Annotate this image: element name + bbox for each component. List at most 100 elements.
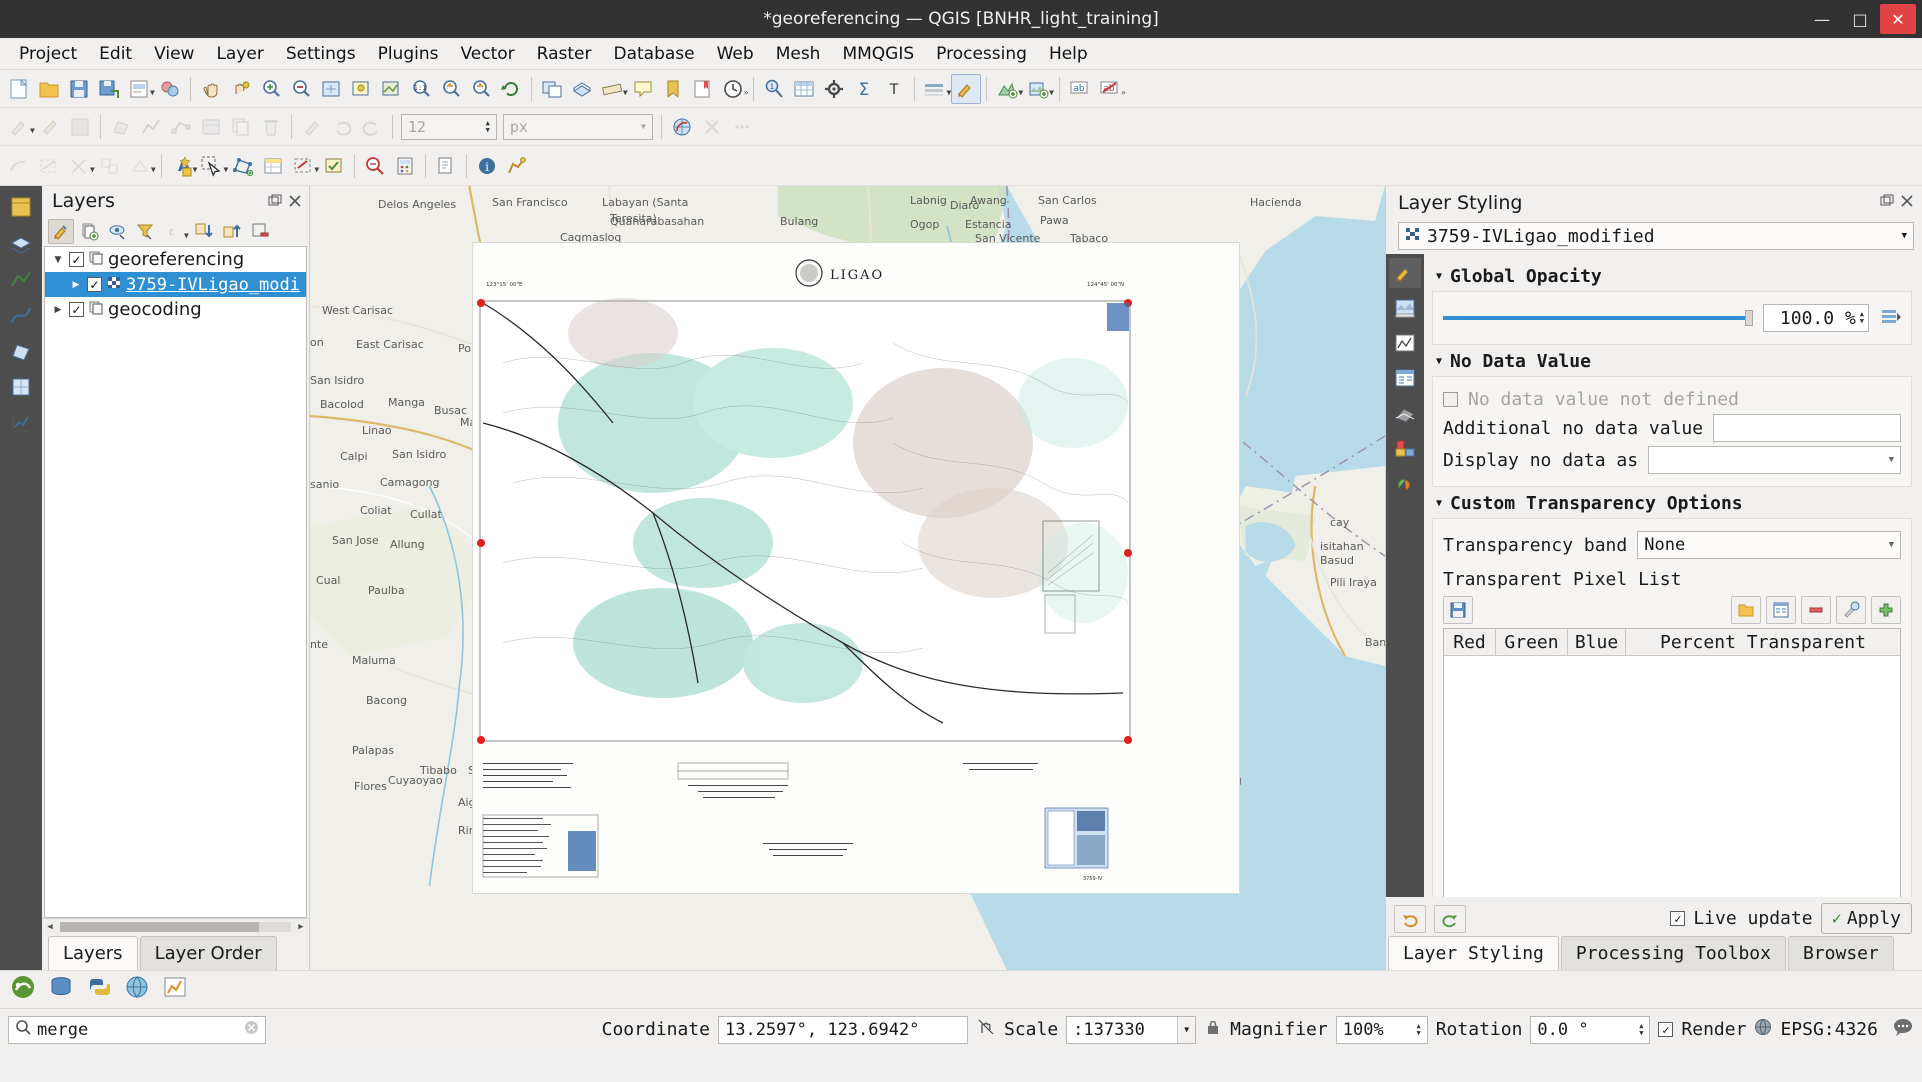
- layer-visibility-checkbox[interactable]: ✓: [87, 277, 102, 292]
- render-checkbox[interactable]: ✓: [1658, 1022, 1673, 1037]
- remove-layer-button[interactable]: [247, 219, 273, 244]
- rail-legend-icon[interactable]: [1389, 468, 1421, 498]
- select-all-icon[interactable]: [319, 151, 349, 181]
- expand-collapse-icon[interactable]: ▶: [69, 280, 83, 290]
- show-bookmarks-icon[interactable]: [688, 74, 718, 104]
- pan-to-selection-icon[interactable]: [226, 74, 256, 104]
- layer-tree-row-3759-ivligao[interactable]: ▶ ✓ 3759-IVLigao_modi: [45, 272, 306, 297]
- layers-panel-float-icon[interactable]: [267, 193, 283, 209]
- tab-layer-order[interactable]: Layer Order: [140, 936, 277, 970]
- opacity-value-field[interactable]: 100.0 % ▲▼: [1763, 304, 1869, 332]
- menu-project[interactable]: Project: [8, 41, 88, 67]
- rail-layers-icon[interactable]: [6, 228, 36, 258]
- scale-chevron-icon[interactable]: ▼: [1177, 1017, 1195, 1043]
- clear-search-icon[interactable]: [244, 1020, 259, 1040]
- column-blue[interactable]: Blue: [1568, 629, 1626, 655]
- select-by-value-icon[interactable]: [258, 151, 288, 181]
- save-layer-edits-icon[interactable]: [65, 112, 95, 142]
- zoom-next-icon[interactable]: [466, 74, 496, 104]
- text-annotation-icon[interactable]: ab: [1065, 74, 1095, 104]
- expand-collapse-icon[interactable]: ▼: [51, 255, 65, 265]
- database-plugin-icon[interactable]: [48, 974, 74, 1005]
- menu-processing[interactable]: Processing: [925, 41, 1038, 67]
- global-opacity-group-title[interactable]: ▼ Global Opacity: [1432, 260, 1912, 291]
- map-canvas[interactable]: Delos AngelesSan FranciscoLabayan (Santa…: [310, 186, 1385, 970]
- layer-tree[interactable]: ▼ ✓ georeferencing ▶ ✓ 3759-IVLigao_modi…: [44, 246, 307, 918]
- rail-browser-icon[interactable]: [6, 192, 36, 222]
- rail-symbology-icon[interactable]: [1389, 258, 1421, 288]
- georeferencer-icon[interactable]: [667, 112, 697, 142]
- add-raster-layer-icon[interactable]: [1023, 74, 1053, 104]
- select-by-polygon-icon[interactable]: [228, 151, 258, 181]
- rail-metadata-icon[interactable]: [1389, 433, 1421, 463]
- select-by-expression-icon[interactable]: [360, 151, 390, 181]
- info-help-icon[interactable]: i: [472, 151, 502, 181]
- chart-plugin-icon[interactable]: [162, 974, 188, 1005]
- tab-processing-toolbox[interactable]: Processing Toolbox: [1561, 936, 1786, 970]
- manage-map-themes-button[interactable]: [104, 219, 130, 244]
- column-red[interactable]: Red: [1444, 629, 1496, 655]
- tab-layer-styling[interactable]: Layer Styling: [1388, 936, 1559, 970]
- redo-style-button[interactable]: [1434, 905, 1466, 933]
- close-button[interactable]: ✕: [1880, 4, 1916, 34]
- rotation-input[interactable]: 0.0 ° ▲▼: [1530, 1016, 1650, 1044]
- new-map-view-icon[interactable]: [537, 74, 567, 104]
- add-line-feature-icon[interactable]: [136, 112, 166, 142]
- display-no-data-select[interactable]: ▼: [1648, 446, 1901, 474]
- locator-search-input[interactable]: merge: [8, 1016, 266, 1044]
- export-pixel-list-button[interactable]: [1766, 596, 1796, 624]
- font-size-field[interactable]: 12 ▲▼: [401, 114, 497, 140]
- open-layer-styling-panel-button[interactable]: [48, 219, 74, 244]
- menu-plugins[interactable]: Plugins: [367, 41, 450, 67]
- rotate-feature-icon[interactable]: [125, 151, 155, 181]
- opacity-data-defined-icon[interactable]: [1879, 305, 1901, 332]
- layer-visibility-checkbox[interactable]: ✓: [69, 252, 84, 267]
- opacity-slider[interactable]: [1443, 308, 1753, 328]
- qgis-logo-icon[interactable]: [10, 974, 36, 1005]
- scale-lock-icon[interactable]: [1204, 1018, 1222, 1041]
- web-globe-icon[interactable]: [124, 974, 150, 1005]
- field-calculator-icon[interactable]: [390, 151, 420, 181]
- scroll-left-icon[interactable]: ◀: [42, 922, 58, 932]
- crs-globe-icon[interactable]: [1754, 1018, 1772, 1041]
- show-labels-icon[interactable]: T: [879, 74, 909, 104]
- collapse-triangle-icon[interactable]: ▼: [1436, 271, 1442, 282]
- edit-pencil-icon[interactable]: [297, 112, 327, 142]
- additional-no-data-input[interactable]: [1713, 414, 1901, 442]
- zoom-out-icon[interactable]: [286, 74, 316, 104]
- minimize-button[interactable]: —: [1804, 4, 1840, 34]
- options-icon[interactable]: [819, 74, 849, 104]
- label-toolbar-icon[interactable]: A: [167, 151, 197, 181]
- vertex-tool-icon[interactable]: [166, 112, 196, 142]
- tab-browser[interactable]: Browser: [1788, 936, 1894, 970]
- column-green[interactable]: Green: [1496, 629, 1568, 655]
- open-attribute-table-icon[interactable]: [789, 74, 819, 104]
- rotation-stepper-icon[interactable]: ▲▼: [1639, 1023, 1643, 1037]
- layer-tree-row-georeferencing[interactable]: ▼ ✓ georeferencing: [45, 247, 306, 272]
- scroll-track[interactable]: [60, 922, 291, 932]
- add-vector-layer-icon[interactable]: [992, 74, 1022, 104]
- pan-map-icon[interactable]: [196, 74, 226, 104]
- rail-rendering-icon[interactable]: [1389, 363, 1421, 393]
- tab-layers[interactable]: Layers: [48, 936, 138, 970]
- undo-edit-icon[interactable]: [327, 112, 357, 142]
- menu-help[interactable]: Help: [1038, 41, 1099, 67]
- font-units-select[interactable]: px ▼: [503, 114, 653, 140]
- rail-polygon-icon[interactable]: [6, 336, 36, 366]
- scroll-right-icon[interactable]: ▶: [293, 922, 309, 932]
- map-theme-icon[interactable]: [920, 74, 950, 104]
- menu-edit[interactable]: Edit: [88, 41, 143, 67]
- font-size-stepper-icon[interactable]: ▲▼: [486, 120, 490, 134]
- opacity-slider-handle[interactable]: [1745, 310, 1753, 326]
- save-pixel-list-button[interactable]: [1443, 596, 1473, 624]
- zoom-to-native-icon[interactable]: 1:1: [406, 74, 436, 104]
- collapse-triangle-icon[interactable]: ▼: [1436, 356, 1442, 367]
- layer-tree-row-geocoding[interactable]: ▶ ✓ geocoding: [45, 297, 306, 322]
- toggle-editing-icon[interactable]: [35, 112, 65, 142]
- zoom-to-layer-icon[interactable]: [376, 74, 406, 104]
- collapse-all-button[interactable]: [219, 219, 245, 244]
- new-3d-map-view-icon[interactable]: [567, 74, 597, 104]
- scale-select[interactable]: :137330 ▼: [1066, 1016, 1196, 1044]
- identify-features-icon[interactable]: i: [759, 74, 789, 104]
- expand-collapse-icon[interactable]: ▶: [51, 305, 65, 315]
